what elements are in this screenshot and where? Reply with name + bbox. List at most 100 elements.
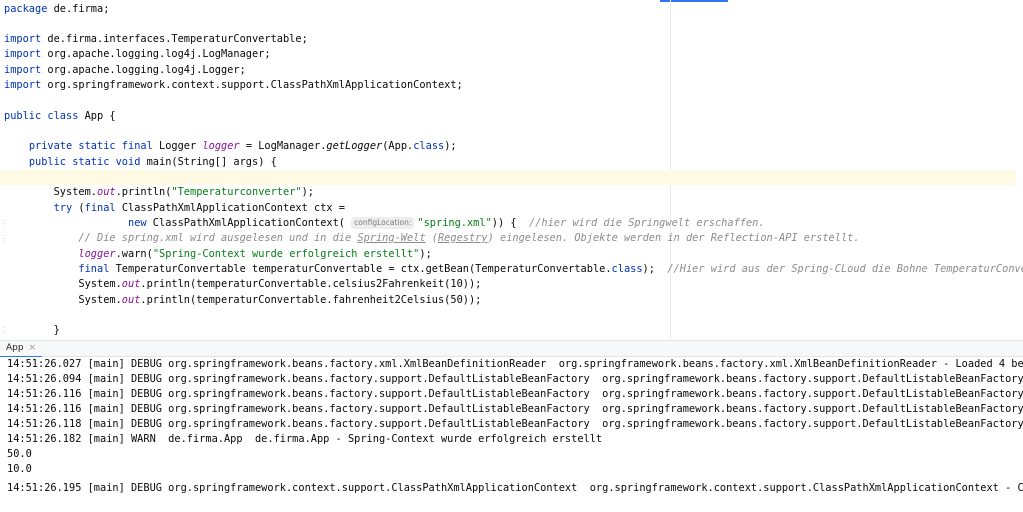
code-line[interactable]: import org.springframework.context.suppo… [4, 78, 463, 93]
code-token: import [4, 33, 42, 45]
code-token: } [4, 324, 60, 336]
code-line[interactable]: import org.apache.logging.log4j.LogManag… [4, 47, 271, 62]
fold-marker-icon[interactable]: ⋮ [0, 326, 8, 335]
code-line[interactable]: public static void main(String[] args) { [4, 155, 277, 170]
run-console-output[interactable]: 14:51:26.027 [main] DEBUG org.springfram… [0, 357, 1023, 512]
code-token: App { [78, 110, 116, 122]
code-line[interactable]: System.out.println(temperaturConvertable… [4, 277, 481, 292]
code-token: ); [419, 248, 432, 260]
code-token: ) eingelesen. Objekte werden in der Refl… [487, 232, 860, 244]
console-line: 14:51:26.094 [main] DEBUG org.springfram… [7, 373, 1023, 385]
code-token: org.springframework.context.support.Clas… [41, 79, 463, 91]
code-token: .println(temperaturConvertable.fahrenhei… [140, 294, 482, 306]
console-line: 14:51:26.027 [main] DEBUG org.springfram… [7, 358, 1023, 370]
console-line: 14:51:26.182 [main] WARN de.firma.App de… [7, 433, 603, 445]
console-line: 14:51:26.195 [main] DEBUG org.springfram… [7, 482, 1023, 494]
code-token: ); [444, 140, 457, 152]
code-token: .warn( [115, 248, 153, 260]
code-token: de.firma.interfaces.TemperaturConvertabl… [41, 33, 308, 45]
code-token: ); [301, 186, 314, 198]
parameter-hint: configLocation: [351, 217, 415, 229]
code-token: Logger [152, 140, 203, 152]
code-token: class [611, 263, 643, 275]
code-token: ClassPathXmlApplicationContext ctx = [115, 202, 345, 214]
code-token: Spring-Welt [357, 232, 426, 244]
code-line[interactable]: final TemperaturConvertable temperaturCo… [4, 262, 1023, 277]
code-token: de.firma; [47, 3, 110, 15]
code-token: // Die spring.xml wird ausgelesen und in… [78, 232, 358, 244]
run-tab-app[interactable]: App × [0, 341, 43, 358]
console-line: 14:51:26.116 [main] DEBUG org.springfram… [7, 388, 1023, 400]
code-line[interactable]: System.out.println(temperaturConvertable… [4, 293, 481, 308]
code-token: System. [4, 278, 122, 290]
code-token: import [4, 64, 42, 76]
code-token: new [128, 217, 147, 229]
console-line: 14:51:26.118 [main] DEBUG org.springfram… [7, 418, 1023, 430]
code-line[interactable]: private static final Logger logger = Log… [4, 139, 457, 154]
code-token: //hier wird die Springwelt erschaffen. [529, 217, 765, 229]
code-token: try [53, 202, 73, 214]
code-token: System. [4, 294, 122, 306]
caret-line-highlight [0, 170, 1016, 185]
code-token: ClassPathXmlApplicationContext( [146, 217, 352, 229]
code-token: System. [4, 186, 97, 198]
code-token: .println( [115, 186, 172, 198]
code-token: "spring.xml" [417, 217, 492, 229]
code-token: import [4, 79, 42, 91]
code-token: main(String[] args) { [140, 156, 277, 168]
code-token: private static final [28, 140, 153, 152]
code-token: org.apache.logging.log4j.Logger; [41, 64, 246, 76]
run-tab-label: App [6, 343, 24, 353]
code-token: "Temperaturconverter" [171, 186, 302, 198]
code-editor[interactable]: ⋮ ⋮ ⋮ package de.firma; import de.firma.… [0, 0, 1023, 340]
code-line[interactable]: import org.apache.logging.log4j.Logger; [4, 63, 246, 78]
code-token: final [78, 263, 110, 275]
code-line[interactable]: logger.warn("Spring-Context wurde erfolg… [4, 247, 432, 262]
close-icon[interactable]: × [29, 343, 37, 353]
code-token: (App. [382, 140, 414, 152]
code-token: out [97, 186, 116, 198]
code-token: public class [4, 110, 79, 122]
code-token: ); [642, 263, 668, 275]
code-line[interactable]: // Die spring.xml wird ausgelesen und in… [4, 231, 860, 246]
code-token: org.apache.logging.log4j.LogManager; [41, 48, 271, 60]
code-line[interactable]: new ClassPathXmlApplicationContext( conf… [4, 216, 765, 231]
code-token: Regestry [437, 232, 488, 244]
console-line: 50.0 [7, 448, 32, 460]
console-line: 10.0 [7, 463, 32, 475]
fold-marker-icon[interactable]: ⋮ [0, 234, 8, 243]
code-token: "Spring-Context wurde erfolgreich erstel… [152, 248, 420, 260]
code-line[interactable]: System.out.println("Temperaturconverter"… [4, 185, 314, 200]
code-token: logger [78, 248, 116, 260]
code-token: TemperaturConvertable temperaturConverta… [109, 263, 612, 275]
code-token: import [4, 48, 42, 60]
run-tool-window-header: App × [0, 340, 1023, 358]
code-token: class [413, 140, 445, 152]
code-line[interactable]: package de.firma; [4, 2, 109, 17]
fold-marker-icon[interactable]: ⋮ [0, 219, 8, 228]
code-token: public static void [28, 156, 141, 168]
code-line[interactable]: try (final ClassPathXmlApplicationContex… [4, 201, 345, 216]
code-token: out [121, 278, 141, 290]
code-token: ( [72, 202, 85, 214]
code-token: out [121, 294, 141, 306]
code-token: ( [425, 232, 438, 244]
console-line: 14:51:26.116 [main] DEBUG org.springfram… [7, 403, 1023, 415]
code-line[interactable]: import de.firma.interfaces.TemperaturCon… [4, 32, 308, 47]
code-token: //Hier wird aus der Spring-CLoud die Boh… [667, 263, 1023, 275]
code-token: .println(temperaturConvertable.celsius2F… [140, 278, 482, 290]
code-token: getLogger [326, 140, 383, 152]
code-token: = LogManager. [239, 140, 327, 152]
code-token: final [84, 202, 116, 214]
code-line[interactable]: public class App { [4, 109, 116, 124]
code-token: )) { [491, 217, 529, 229]
code-token: logger [202, 140, 240, 152]
code-line[interactable]: } [4, 323, 60, 338]
